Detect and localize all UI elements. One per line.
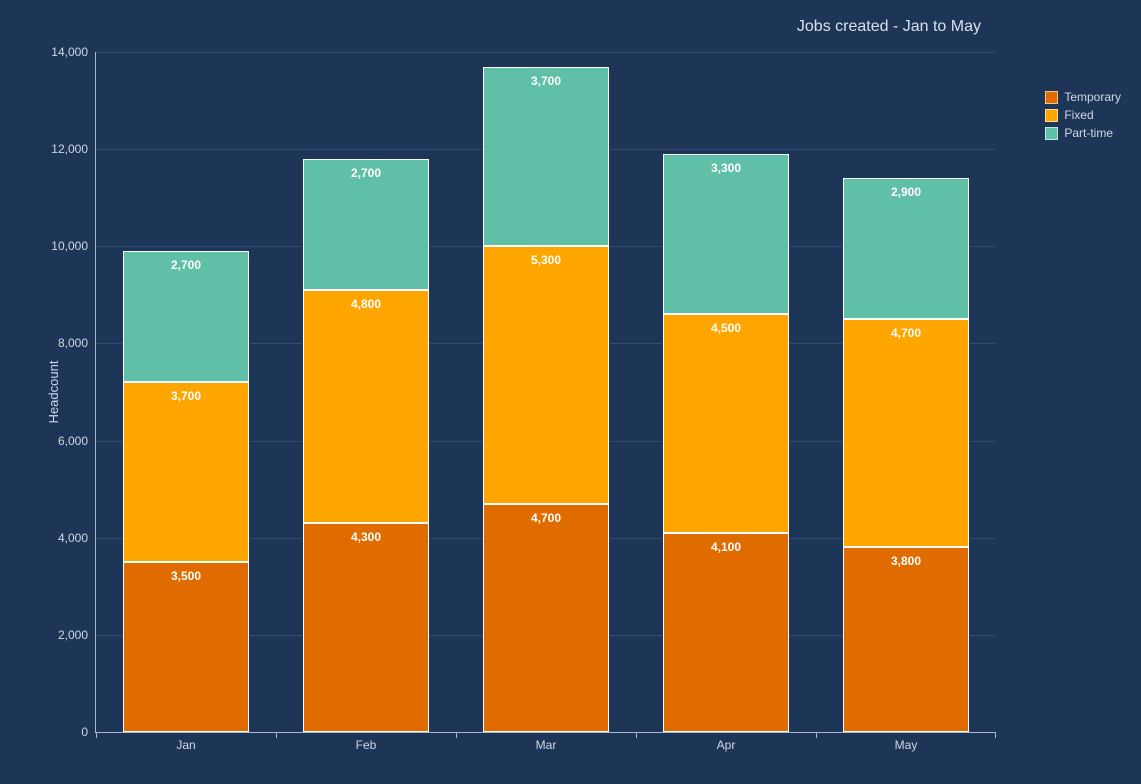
- bar-segment-parttime: 2,900: [843, 178, 969, 319]
- x-tick-label: Apr: [717, 738, 736, 752]
- bar-segment-temporary: 4,300: [303, 523, 429, 732]
- bar-column: 3,500 3,700 2,700: [123, 251, 249, 732]
- y-tick-label: 4,000: [58, 531, 88, 545]
- x-tick-label: Feb: [356, 738, 377, 752]
- bar-value-label: 3,700: [171, 389, 201, 403]
- legend-item-parttime: Part-time: [1045, 126, 1121, 140]
- bar-segment-fixed: 4,500: [663, 314, 789, 533]
- bar-value-label: 4,700: [531, 511, 561, 525]
- legend-swatch: [1045, 91, 1058, 104]
- legend-label: Fixed: [1064, 108, 1093, 122]
- bar-value-label: 5,300: [531, 253, 561, 267]
- legend-label: Temporary: [1064, 90, 1121, 104]
- bar-segment-parttime: 2,700: [123, 251, 249, 382]
- x-tick-label: Mar: [536, 738, 557, 752]
- bar-segment-parttime: 3,300: [663, 154, 789, 314]
- y-tick-label: 12,000: [51, 142, 88, 156]
- legend-item-fixed: Fixed: [1045, 108, 1121, 122]
- bar-value-label: 4,300: [351, 530, 381, 544]
- bar-value-label: 3,500: [171, 569, 201, 583]
- bar-value-label: 3,700: [531, 74, 561, 88]
- bar-value-label: 4,100: [711, 540, 741, 554]
- bar-value-label: 3,300: [711, 161, 741, 175]
- x-tick: [816, 732, 817, 738]
- plot-area: 02,0004,0006,0008,00010,00012,00014,000J…: [95, 52, 996, 733]
- grid-line: [96, 52, 996, 53]
- x-tick: [96, 732, 97, 738]
- bar-value-label: 2,900: [891, 185, 921, 199]
- legend-label: Part-time: [1064, 126, 1113, 140]
- y-tick-label: 14,000: [51, 45, 88, 59]
- x-tick-label: Jan: [176, 738, 195, 752]
- x-tick: [995, 732, 996, 738]
- bar-segment-fixed: 5,300: [483, 246, 609, 503]
- bar-segment-temporary: 4,100: [663, 533, 789, 732]
- bar-segment-fixed: 4,800: [303, 290, 429, 523]
- bar-segment-fixed: 4,700: [843, 319, 969, 547]
- bar-column: 4,100 4,500 3,300: [663, 154, 789, 732]
- bar-value-label: 4,800: [351, 297, 381, 311]
- x-tick-label: May: [895, 738, 918, 752]
- bar-value-label: 2,700: [171, 258, 201, 272]
- y-tick-label: 6,000: [58, 434, 88, 448]
- y-axis-label: Headcount: [46, 361, 61, 424]
- bar-segment-temporary: 3,800: [843, 547, 969, 732]
- chart-title: Jobs created - Jan to May: [797, 18, 981, 36]
- bar-segment-fixed: 3,700: [123, 382, 249, 562]
- chart-container: Jobs created - Jan to May Headcount 02,0…: [0, 0, 1141, 784]
- bar-column: 3,800 4,700 2,900: [843, 178, 969, 732]
- bar-column: 4,700 5,300 3,700: [483, 67, 609, 732]
- y-tick-label: 8,000: [58, 336, 88, 350]
- x-tick: [636, 732, 637, 738]
- bar-value-label: 2,700: [351, 166, 381, 180]
- bar-column: 4,300 4,800 2,700: [303, 159, 429, 732]
- x-tick: [456, 732, 457, 738]
- y-tick-label: 2,000: [58, 628, 88, 642]
- bar-segment-temporary: 3,500: [123, 562, 249, 732]
- bar-value-label: 4,500: [711, 321, 741, 335]
- bar-value-label: 4,700: [891, 326, 921, 340]
- legend: Temporary Fixed Part-time: [1045, 90, 1121, 144]
- x-tick: [276, 732, 277, 738]
- bar-segment-parttime: 3,700: [483, 67, 609, 247]
- bar-segment-parttime: 2,700: [303, 159, 429, 290]
- bar-segment-temporary: 4,700: [483, 504, 609, 732]
- legend-item-temporary: Temporary: [1045, 90, 1121, 104]
- bar-value-label: 3,800: [891, 554, 921, 568]
- y-tick-label: 10,000: [51, 239, 88, 253]
- y-tick-label: 0: [81, 725, 88, 739]
- legend-swatch: [1045, 127, 1058, 140]
- legend-swatch: [1045, 109, 1058, 122]
